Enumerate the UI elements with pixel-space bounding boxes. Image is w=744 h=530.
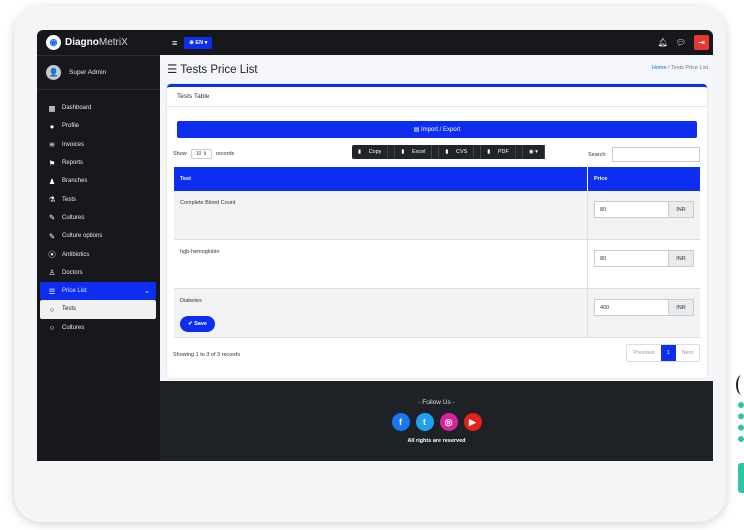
sidebar-item-price-list[interactable]: ☰ Price List ⌄ bbox=[40, 281, 156, 301]
brand-name: DiagnoMetriX bbox=[65, 37, 128, 48]
test-name: Complete Blood Count bbox=[174, 191, 588, 240]
social-links: f t ◎ ▶ bbox=[160, 413, 713, 431]
records-info: Showing 1 to 3 of 3 records bbox=[173, 352, 240, 358]
excel-button[interactable]: ▮ Excel bbox=[395, 145, 440, 159]
users-icon: ♟ bbox=[48, 176, 56, 186]
file-icon: ▤ bbox=[413, 127, 420, 133]
breadcrumb-current: Tests Price List bbox=[671, 65, 708, 71]
currency-label: INR bbox=[668, 300, 693, 315]
sidebar-item-cultures[interactable]: ✎ Cultures bbox=[37, 209, 160, 227]
brand[interactable]: ◉ DiagnoMetriX bbox=[37, 30, 160, 56]
pen-icon: ✎ bbox=[48, 213, 56, 223]
currency-label: INR bbox=[668, 251, 693, 266]
sidebar-item-branches[interactable]: ♟ Branches bbox=[37, 172, 160, 190]
breadcrumb-home-link[interactable]: Home bbox=[652, 65, 667, 71]
decorative-tab bbox=[738, 463, 744, 493]
chevron-down-icon: ⌄ bbox=[144, 288, 150, 296]
pdf-button[interactable]: ▮ PDF bbox=[481, 145, 523, 159]
avatar: 👤 bbox=[46, 65, 61, 80]
column-header-price[interactable]: Price bbox=[587, 167, 700, 191]
circle-icon: ○ bbox=[49, 304, 55, 314]
language-dropdown[interactable]: ⊕ EN ▾ bbox=[184, 36, 213, 49]
user-panel[interactable]: 👤 Super Admin bbox=[37, 56, 160, 90]
sidebar-item-invoices[interactable]: ≋ Invoices bbox=[37, 136, 160, 154]
price-table: Test Price Complete Blood Count 80 INR hg… bbox=[174, 167, 700, 338]
save-button[interactable]: ✔ Save bbox=[180, 316, 215, 332]
chat-icon[interactable]: 💬︎ bbox=[676, 38, 686, 47]
table-row: Diabetes 400 INR bbox=[174, 288, 700, 338]
follow-us-label: - Follow Us - bbox=[418, 399, 455, 406]
bell-icon[interactable]: 🔔︎ bbox=[658, 38, 668, 47]
menu-toggle-icon[interactable]: ≡ bbox=[172, 38, 177, 48]
price-input[interactable]: 80 INR bbox=[594, 201, 694, 218]
test-name: hgb-hemoglobin bbox=[174, 239, 588, 289]
sidebar-item-reports[interactable]: ⚑ Reports bbox=[37, 154, 160, 172]
sidebar-subitem-tests[interactable]: ○ Tests bbox=[40, 300, 156, 319]
grid-icon: ▦ bbox=[48, 103, 56, 113]
user-icon: ● bbox=[49, 121, 55, 131]
facebook-icon[interactable]: f bbox=[391, 413, 410, 431]
circle-icon: ○ bbox=[49, 323, 55, 333]
page-title: ☰ Tests Price List bbox=[167, 64, 258, 76]
search: Search: bbox=[588, 147, 700, 162]
pagination-page-1[interactable]: 1 bbox=[660, 345, 676, 361]
pagination: Previous 1 Next bbox=[626, 344, 700, 362]
card-title: Tests Table bbox=[167, 87, 707, 107]
pagination-next[interactable]: Next bbox=[676, 345, 699, 361]
export-buttons: ▮ Copy ▮ Excel ▮ CVS ▮ PDF ◉ ▾ bbox=[352, 145, 545, 159]
records-per-page-select[interactable]: 10 ⇕ bbox=[190, 149, 212, 159]
instagram-icon[interactable]: ◎ bbox=[439, 413, 458, 431]
sidebar-item-antibiotics[interactable]: ⦿ Antibiotics bbox=[37, 245, 160, 263]
list-icon: ☰ bbox=[48, 286, 56, 296]
breadcrumb: Home / Tests Price List bbox=[651, 65, 708, 71]
records-length: Show 10 ⇕ records bbox=[173, 149, 235, 159]
twitter-icon[interactable]: t bbox=[415, 413, 434, 431]
decorative-dots bbox=[738, 402, 744, 442]
youtube-icon[interactable]: ▶ bbox=[463, 413, 482, 431]
doctor-icon: ♙ bbox=[48, 268, 56, 278]
app-screen: ◉ DiagnoMetriX 👤 Super Admin ▦ Dashboard … bbox=[37, 30, 713, 461]
import-export-button[interactable]: ▤ Import / Export bbox=[177, 121, 697, 138]
topbar: ≡ ⊕ EN ▾ 🔔︎ 💬︎ ⇥ bbox=[160, 30, 713, 55]
table-row: Complete Blood Count 80 INR bbox=[174, 191, 700, 240]
sidebar-item-doctors[interactable]: ♙ Doctors bbox=[37, 264, 160, 282]
column-visibility-button[interactable]: ◉ ▾ bbox=[523, 145, 545, 159]
search-input[interactable] bbox=[611, 147, 700, 162]
sidebar-subitem-cultures[interactable]: ○ Cultures bbox=[37, 319, 160, 337]
sidebar-item-dashboard[interactable]: ▦ Dashboard bbox=[37, 99, 160, 117]
footer: - Follow Us - f t ◎ ▶ All rights are res… bbox=[160, 381, 713, 461]
tests-card: Tests Table ▤ Import / Export Show 10 ⇕ … bbox=[167, 84, 707, 378]
user-name: Super Admin bbox=[69, 69, 107, 76]
currency-label: INR bbox=[668, 202, 693, 217]
brand-logo-icon: ◉ bbox=[46, 35, 61, 50]
sidebar-item-culture-options[interactable]: ✎ Culture options bbox=[37, 227, 160, 245]
table-row: hgb-hemoglobin 80 INR bbox=[174, 239, 700, 289]
logout-button[interactable]: ⇥ bbox=[694, 35, 709, 50]
capsule-icon: ⦿ bbox=[48, 250, 56, 260]
decorative-stroke bbox=[736, 375, 744, 395]
sidebar-item-tests[interactable]: ⚗ Tests bbox=[37, 190, 160, 208]
column-header-test[interactable]: Test bbox=[174, 167, 588, 191]
test-name: Diabetes bbox=[174, 288, 588, 338]
pagination-previous[interactable]: Previous bbox=[627, 345, 660, 361]
price-input[interactable]: 400 INR bbox=[594, 299, 694, 316]
layers-icon: ≋ bbox=[48, 140, 56, 150]
copy-button[interactable]: ▮ Copy bbox=[352, 145, 396, 159]
pen-icon: ✎ bbox=[48, 231, 56, 241]
main-content: ☰ Tests Price List Home / Tests Price Li… bbox=[160, 55, 713, 381]
topbar-actions: 🔔︎ 💬︎ ⇥ bbox=[658, 35, 709, 50]
sidebar-item-profile[interactable]: ● Profile bbox=[37, 117, 160, 135]
sidebar: ◉ DiagnoMetriX 👤 Super Admin ▦ Dashboard … bbox=[37, 30, 160, 461]
flag-icon: ⚑ bbox=[48, 158, 56, 168]
copyright-text: All rights are reserved bbox=[407, 438, 466, 444]
price-input[interactable]: 80 INR bbox=[594, 250, 694, 267]
flask-icon: ⚗ bbox=[48, 195, 56, 205]
csv-button[interactable]: ▮ CVS bbox=[439, 145, 482, 159]
sidebar-nav: ▦ Dashboard ● Profile ≋ Invoices ⚑ Reports ♟… bbox=[37, 90, 160, 337]
